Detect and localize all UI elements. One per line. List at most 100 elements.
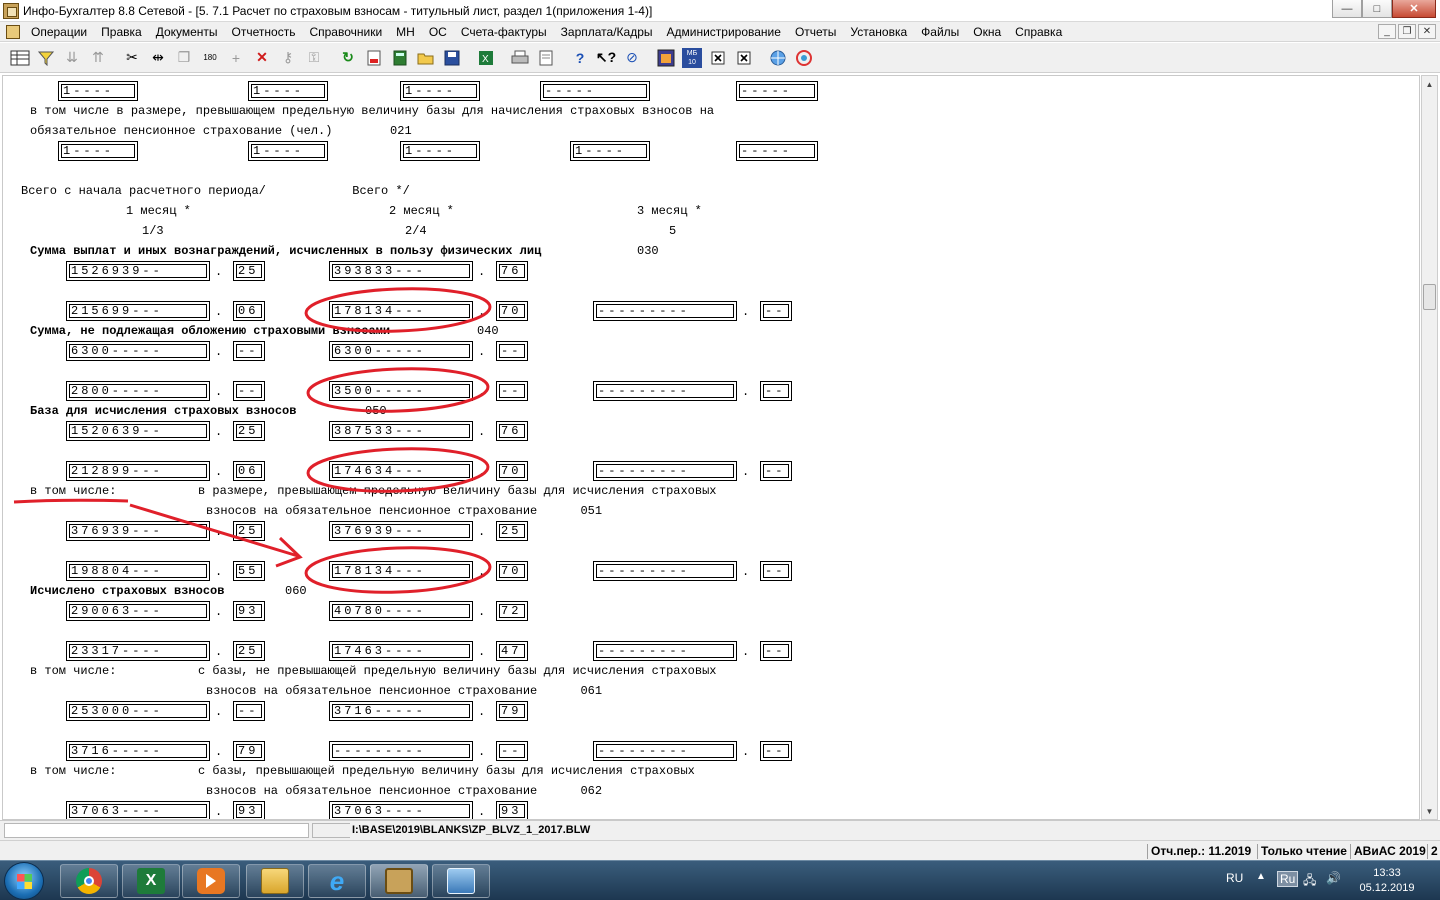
menu-os[interactable]: ОС bbox=[422, 25, 454, 39]
menu-operations[interactable]: Операции bbox=[24, 25, 94, 39]
field-061-m1-int[interactable]: 3716----- bbox=[329, 701, 473, 721]
field-062-total-int[interactable]: 37063---- bbox=[66, 801, 210, 819]
field-040-total-int[interactable]: 6300----- bbox=[66, 341, 210, 361]
menu-reporting[interactable]: Отчетность bbox=[225, 25, 303, 39]
field-051-m2-int[interactable]: 198804--- bbox=[66, 561, 210, 581]
field-051-total-frac[interactable]: 25 bbox=[233, 521, 265, 541]
app-icon[interactable] bbox=[3, 2, 19, 19]
context-help-icon[interactable]: ↖? bbox=[594, 46, 618, 70]
field-061-m1-frac[interactable]: 79 bbox=[496, 701, 528, 721]
scroll-thumb[interactable] bbox=[1423, 284, 1436, 310]
field-020-total[interactable]: 1---- bbox=[58, 81, 138, 101]
field-040-x-frac[interactable]: -- bbox=[760, 381, 792, 401]
task-window-app[interactable] bbox=[432, 864, 490, 898]
field-050-m3-frac[interactable]: 70 bbox=[496, 461, 528, 481]
field-061-x-frac[interactable]: -- bbox=[760, 741, 792, 761]
field-050-x-int[interactable]: --------- bbox=[593, 461, 737, 481]
doc-minimize-button[interactable]: _ bbox=[1378, 24, 1396, 39]
close-button[interactable]: ✕ bbox=[1392, 0, 1436, 18]
add-icon[interactable]: + bbox=[224, 46, 248, 70]
task-chrome[interactable] bbox=[60, 864, 118, 898]
field-060-x-int[interactable]: --------- bbox=[593, 641, 737, 661]
excel-icon[interactable]: X bbox=[474, 46, 498, 70]
field-062-m1-int[interactable]: 37063---- bbox=[329, 801, 473, 819]
field-020-m2[interactable]: 1---- bbox=[400, 81, 480, 101]
field-061-m3-int[interactable]: --------- bbox=[329, 741, 473, 761]
field-051-m2-frac[interactable]: 55 bbox=[233, 561, 265, 581]
start-button[interactable] bbox=[4, 862, 44, 900]
maximize-button[interactable]: □ bbox=[1362, 0, 1392, 18]
field-030-m2-frac[interactable]: 06 bbox=[233, 301, 265, 321]
field-040-m3-int[interactable]: 3500----- bbox=[329, 381, 473, 401]
field-060-m1-frac[interactable]: 72 bbox=[496, 601, 528, 621]
tray-expand-icon[interactable]: ▲ bbox=[1256, 871, 1266, 882]
key-icon[interactable]: ⚷ bbox=[276, 46, 300, 70]
field-030-m2-int[interactable]: 215699--- bbox=[66, 301, 210, 321]
save-icon[interactable] bbox=[440, 46, 464, 70]
globe-icon[interactable] bbox=[766, 46, 790, 70]
network-tray-icon[interactable]: 🖧 bbox=[1303, 871, 1316, 892]
field-050-total-frac[interactable]: 25 bbox=[233, 421, 265, 441]
minimize-button[interactable]: — bbox=[1332, 0, 1362, 18]
field-051-m1-frac[interactable]: 25 bbox=[496, 521, 528, 541]
keyboard-layout-badge[interactable]: Ru bbox=[1277, 871, 1299, 887]
field-050-x-frac[interactable]: -- bbox=[760, 461, 792, 481]
app-window-icon[interactable] bbox=[654, 46, 678, 70]
help-icon[interactable]: ? bbox=[568, 46, 592, 70]
field-061-m2-int[interactable]: 3716----- bbox=[66, 741, 210, 761]
menu-reports[interactable]: Отчеты bbox=[788, 25, 843, 39]
field-030-x-frac[interactable]: -- bbox=[760, 301, 792, 321]
field-060-total-frac[interactable]: 93 bbox=[233, 601, 265, 621]
field-021-m2[interactable]: 1---- bbox=[400, 141, 480, 161]
field-040-m2-frac[interactable]: -- bbox=[233, 381, 265, 401]
print-icon[interactable] bbox=[508, 46, 532, 70]
menu-help[interactable]: Справка bbox=[1008, 25, 1069, 39]
field-020-extra[interactable]: ----- bbox=[736, 81, 818, 101]
field-061-m2-frac[interactable]: 79 bbox=[233, 741, 265, 761]
volume-icon[interactable]: 🔊 bbox=[1326, 871, 1341, 885]
field-050-m1-int[interactable]: 387533--- bbox=[329, 421, 473, 441]
sort-desc-icon[interactable]: ⇊ bbox=[60, 46, 84, 70]
delete-icon[interactable]: ✕ bbox=[250, 46, 274, 70]
menu-references[interactable]: Справочники bbox=[302, 25, 389, 39]
field-061-x-int[interactable]: --------- bbox=[593, 741, 737, 761]
document-system-menu-icon[interactable] bbox=[6, 24, 20, 39]
field-030-m3-int[interactable]: 178134--- bbox=[329, 301, 473, 321]
close-box-2-icon[interactable] bbox=[732, 46, 756, 70]
field-050-m2-int[interactable]: 212899--- bbox=[66, 461, 210, 481]
field-051-total-int[interactable]: 376939--- bbox=[66, 521, 210, 541]
filter-icon[interactable] bbox=[34, 46, 58, 70]
field-060-m1-int[interactable]: 40780---- bbox=[329, 601, 473, 621]
field-060-m3-frac[interactable]: 47 bbox=[496, 641, 528, 661]
field-060-m2-frac[interactable]: 25 bbox=[233, 641, 265, 661]
refresh-icon[interactable]: ↻ bbox=[336, 46, 360, 70]
field-061-m3-frac[interactable]: -- bbox=[496, 741, 528, 761]
menu-invoices[interactable]: Счета-фактуры bbox=[454, 25, 554, 39]
scroll-down-icon[interactable]: ▼ bbox=[1422, 803, 1437, 819]
field-062-total-frac[interactable]: 93 bbox=[233, 801, 265, 819]
field-020-m3[interactable]: ----- bbox=[540, 81, 650, 101]
network-icon[interactable] bbox=[792, 46, 816, 70]
field-040-m3-frac[interactable]: -- bbox=[496, 381, 528, 401]
task-ie[interactable]: e bbox=[308, 864, 366, 898]
field-061-total-frac[interactable]: -- bbox=[233, 701, 265, 721]
field-060-m2-int[interactable]: 23317---- bbox=[66, 641, 210, 661]
calculator-icon[interactable] bbox=[388, 46, 412, 70]
field-060-x-frac[interactable]: -- bbox=[760, 641, 792, 661]
mb-icon[interactable]: МБ 10 bbox=[680, 46, 704, 70]
field-060-total-int[interactable]: 290063--- bbox=[66, 601, 210, 621]
field-051-x-int[interactable]: --------- bbox=[593, 561, 737, 581]
rotate-180-icon[interactable]: 180 bbox=[198, 46, 222, 70]
folder-open-icon[interactable] bbox=[414, 46, 438, 70]
page-icon[interactable] bbox=[534, 46, 558, 70]
field-051-x-frac[interactable]: -- bbox=[760, 561, 792, 581]
menu-administration[interactable]: Администрирование bbox=[660, 25, 788, 39]
menu-files[interactable]: Файлы bbox=[914, 25, 966, 39]
field-020-m1[interactable]: 1---- bbox=[248, 81, 328, 101]
field-040-m1-frac[interactable]: -- bbox=[496, 341, 528, 361]
field-030-m1-frac[interactable]: 76 bbox=[496, 261, 528, 281]
language-indicator[interactable]: RU bbox=[1226, 871, 1243, 885]
menu-documents[interactable]: Документы bbox=[149, 25, 225, 39]
field-030-total-int[interactable]: 1526939-- bbox=[66, 261, 210, 281]
field-040-m1-int[interactable]: 6300----- bbox=[329, 341, 473, 361]
